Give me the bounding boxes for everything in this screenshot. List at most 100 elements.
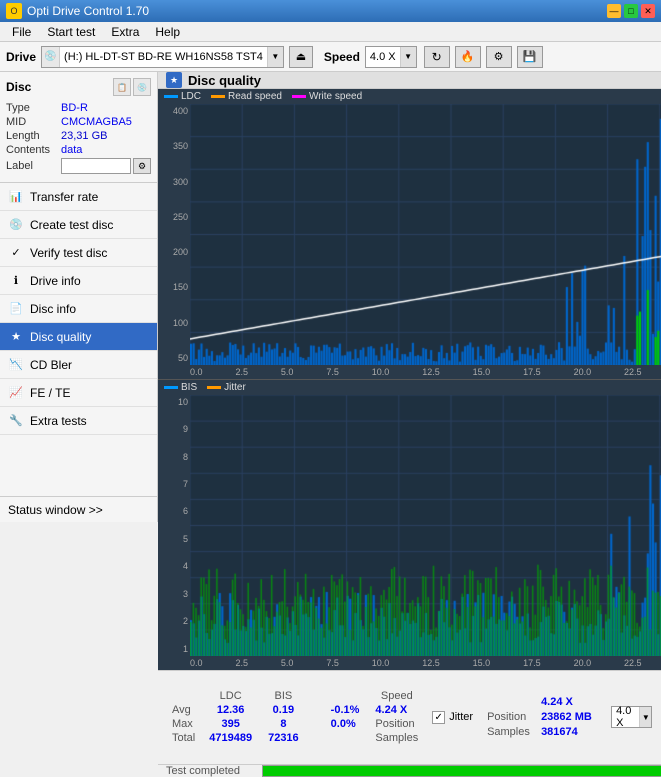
transfer-rate-icon: 📊	[8, 189, 24, 205]
refresh-button[interactable]: ↻	[424, 46, 450, 68]
disc-info-icon: 📄	[8, 301, 24, 317]
stats-speed-arrow[interactable]: ▼	[639, 707, 651, 727]
sidebar-item-fe-te[interactable]: 📈 FE / TE	[0, 379, 157, 407]
drive-info-label: Drive info	[30, 274, 81, 288]
max-jitter: 0.0%	[323, 717, 368, 731]
sidebar-item-transfer-rate[interactable]: 📊 Transfer rate	[0, 183, 157, 211]
drive-dropdown-arrow[interactable]: ▼	[267, 47, 283, 67]
position-section: 4.24 X Position 23862 MB Samples 381674	[487, 696, 597, 738]
speed-label: Speed	[324, 50, 360, 64]
extra-tests-icon: 🔧	[8, 413, 24, 429]
drive-bar: Drive 💿 (H:) HL-DT-ST BD-RE WH16NS58 TST…	[0, 42, 661, 72]
sidebar: Disc 📋 💿 Type BD-R MID CMCMAGBA5 Length …	[0, 72, 158, 522]
avg-label: Avg	[166, 703, 201, 717]
cd-bler-icon: 📉	[8, 357, 24, 373]
sidebar-item-cd-bler[interactable]: 📉 CD Bler	[0, 351, 157, 379]
drive-name: (H:) HL-DT-ST BD-RE WH16NS58 TST4	[60, 51, 267, 63]
sidebar-item-disc-quality[interactable]: ★ Disc quality	[0, 323, 157, 351]
minimize-button[interactable]: —	[607, 4, 621, 18]
burn-button[interactable]: 🔥	[455, 46, 481, 68]
bottom-chart-container: BIS Jitter 10987654321	[158, 379, 661, 670]
sidebar-item-extra-tests[interactable]: 🔧 Extra tests	[0, 407, 157, 435]
disc-contents-value: data	[61, 144, 151, 156]
position-label: Position	[487, 711, 537, 723]
menu-help[interactable]: Help	[147, 23, 188, 41]
top-legend: LDC Read speed Write speed	[158, 89, 661, 104]
total-label: Total	[166, 731, 201, 745]
speed-stat-label	[487, 696, 537, 708]
disc-quality-icon: ★	[8, 329, 24, 345]
stats-section: LDC BIS Speed Avg 12.36 0.19 -0.1%	[158, 670, 661, 764]
jitter-section: ✓ Jitter	[432, 711, 473, 724]
disc-quality-label: Disc quality	[30, 330, 91, 344]
progress-bar-inner	[263, 766, 661, 776]
close-button[interactable]: ✕	[641, 4, 655, 18]
fe-te-icon: 📈	[8, 385, 24, 401]
disc-length-value: 23,31 GB	[61, 130, 151, 142]
jitter-label: Jitter	[449, 711, 473, 723]
maximize-button[interactable]: □	[624, 4, 638, 18]
stats-speed-selector[interactable]: 4.0 X ▼	[611, 706, 652, 728]
verify-test-icon: ✓	[8, 245, 24, 261]
menu-bar: File Start test Extra Help	[0, 22, 661, 42]
speed-dropdown-arrow[interactable]: ▼	[400, 47, 416, 67]
disc-icon-1[interactable]: 📋	[113, 78, 131, 96]
write-speed-legend: Write speed	[309, 91, 362, 102]
menu-extra[interactable]: Extra	[103, 23, 147, 41]
bis-legend: BIS	[181, 382, 197, 393]
max-bis: 8	[260, 717, 307, 731]
max-ldc: 395	[201, 717, 260, 731]
disc-icon-2[interactable]: 💿	[133, 78, 151, 96]
position-value: 23862 MB	[541, 711, 592, 723]
bottom-legend: BIS Jitter	[158, 380, 661, 395]
sidebar-item-verify-test-disc[interactable]: ✓ Verify test disc	[0, 239, 157, 267]
progress-bar-outer	[262, 765, 661, 777]
disc-label-label: Label	[6, 160, 61, 172]
disc-info-label: Disc info	[30, 302, 76, 316]
avg-ldc: 12.36	[201, 703, 260, 717]
disc-label-btn[interactable]: ⚙	[133, 158, 151, 174]
disc-contents-label: Contents	[6, 144, 61, 156]
jitter-legend: Jitter	[224, 382, 246, 393]
sidebar-item-create-test-disc[interactable]: 💿 Create test disc	[0, 211, 157, 239]
total-ldc: 4719489	[201, 731, 260, 745]
disc-label-input[interactable]	[61, 158, 131, 174]
content-area: ★ Disc quality LDC Read speed	[158, 72, 661, 522]
sidebar-item-drive-info[interactable]: ℹ Drive info	[0, 267, 157, 295]
disc-type-label: Type	[6, 102, 61, 114]
speed-stat-val: 4.24 X	[541, 696, 573, 708]
disc-mid-value: CMCMAGBA5	[61, 116, 151, 128]
avg-speed: 4.24 X	[367, 703, 426, 717]
transfer-rate-label: Transfer rate	[30, 190, 98, 204]
stats-speed-value: 4.0 X	[612, 705, 639, 729]
create-test-label: Create test disc	[30, 218, 113, 232]
fe-te-label: FE / TE	[30, 386, 70, 400]
drive-info-icon: ℹ	[8, 273, 24, 289]
cd-bler-label: CD Bler	[30, 358, 72, 372]
samples-label: Samples	[367, 731, 426, 745]
stats-table: LDC BIS Speed Avg 12.36 0.19 -0.1%	[166, 689, 426, 745]
total-bis: 72316	[260, 731, 307, 745]
disc-type-value: BD-R	[61, 102, 151, 114]
menu-file[interactable]: File	[4, 23, 39, 41]
eject-button[interactable]: ⏏	[289, 46, 313, 68]
content-header-icon: ★	[166, 72, 182, 88]
bottom-y-axis-left: 10987654321	[158, 395, 190, 656]
bottom-x-axis: 0.02.55.07.510.012.515.017.520.022.525.0…	[158, 656, 661, 670]
verify-test-label: Verify test disc	[30, 246, 107, 260]
sidebar-items: 📊 Transfer rate 💿 Create test disc ✓ Ver…	[0, 183, 157, 496]
disc-panel: Disc 📋 💿 Type BD-R MID CMCMAGBA5 Length …	[0, 72, 157, 183]
speed-selector[interactable]: 4.0 X ▼	[365, 46, 417, 68]
settings-button[interactable]: ⚙	[486, 46, 512, 68]
disc-panel-title: Disc	[6, 80, 31, 94]
samples-stat-val: 381674	[541, 726, 578, 738]
avg-jitter: -0.1%	[323, 703, 368, 717]
drive-selector[interactable]: 💿 (H:) HL-DT-ST BD-RE WH16NS58 TST4 ▼	[41, 46, 284, 68]
menu-start-test[interactable]: Start test	[39, 23, 103, 41]
speed-value: 4.0 X	[366, 51, 400, 63]
read-speed-legend: Read speed	[228, 91, 282, 102]
status-window-btn[interactable]: Status window >>	[0, 496, 157, 522]
jitter-checkbox[interactable]: ✓	[432, 711, 445, 724]
save-button[interactable]: 💾	[517, 46, 543, 68]
sidebar-item-disc-info[interactable]: 📄 Disc info	[0, 295, 157, 323]
